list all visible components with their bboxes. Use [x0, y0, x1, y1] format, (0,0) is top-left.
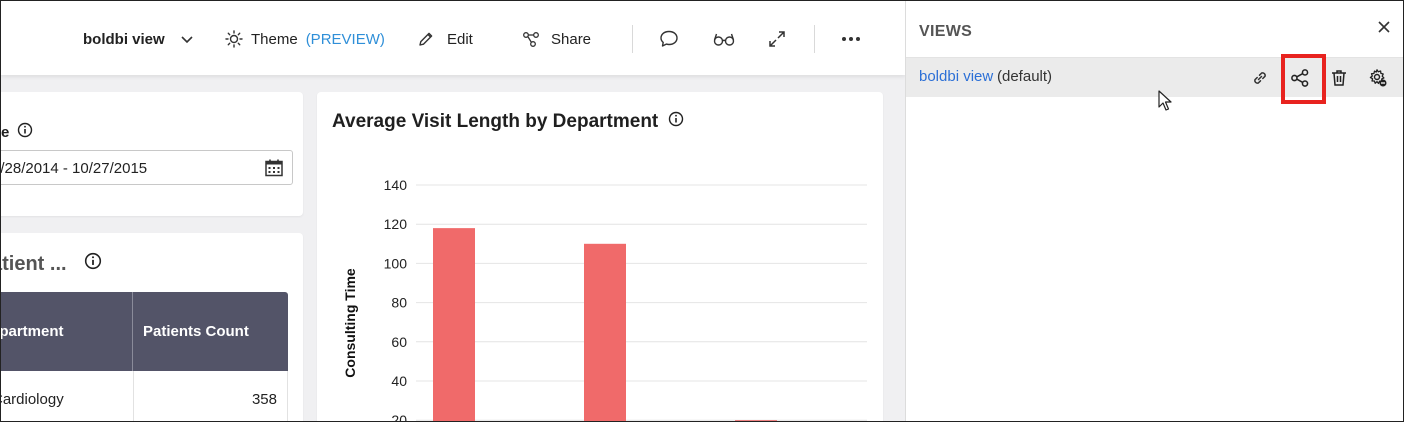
- view-item-name[interactable]: boldbi view: [919, 68, 993, 85]
- preview-badge: (PREVIEW): [305, 30, 385, 48]
- theme-label: Theme: [251, 30, 298, 48]
- view-name[interactable]: boldbi view: [83, 25, 165, 53]
- glasses-icon[interactable]: [712, 27, 736, 51]
- y-tick-label: 100: [384, 255, 408, 271]
- visit-length-chart-widget: Average Visit Length by Department 140 12…: [317, 92, 883, 422]
- column-header-patients-count[interactable]: Patients Count: [132, 292, 288, 371]
- column-header-department[interactable]: epartment: [1, 292, 131, 371]
- chart-bar[interactable]: [584, 243, 626, 422]
- toolbar-divider: [632, 25, 633, 53]
- date-range-picker[interactable]: 0/28/2014 - 10/27/2015: [0, 150, 293, 185]
- y-tick-label: 40: [391, 373, 407, 389]
- y-axis-label: Consulting Time: [342, 268, 358, 378]
- dashboard-canvas: e 0/28/2014 - 10/27/2015 tient ... partm…: [0, 75, 905, 422]
- date-filter-widget: e 0/28/2014 - 10/27/2015: [0, 92, 303, 216]
- sun-icon: [225, 30, 243, 48]
- date-filter-title-text: e: [1, 123, 10, 141]
- expand-icon[interactable]: [765, 27, 789, 51]
- cell-department: Cardiology: [1, 391, 64, 408]
- share-highlight-box: [1281, 54, 1326, 104]
- info-icon[interactable]: [17, 122, 33, 142]
- dashboard-toolbar: boldbi view Theme (PREVIEW) Edit Share: [1, 1, 905, 75]
- more-options-icon[interactable]: [839, 27, 863, 51]
- mouse-cursor-icon: [1158, 90, 1174, 117]
- date-range-value: 0/28/2014 - 10/27/2015: [0, 160, 148, 177]
- trash-icon[interactable]: [1329, 68, 1349, 88]
- y-tick-label: 140: [384, 177, 408, 193]
- grid-title: atient ...: [1, 253, 79, 276]
- calendar-icon[interactable]: [264, 158, 284, 183]
- y-tick-label: 80: [391, 295, 407, 311]
- chevron-down-icon[interactable]: [179, 25, 195, 53]
- y-tick-label: 20: [391, 412, 407, 422]
- theme-button[interactable]: Theme (PREVIEW): [225, 25, 385, 53]
- table-row[interactable]: Cardiology 358: [1, 371, 288, 421]
- grid-title-text: atient ...: [1, 253, 67, 275]
- pencil-icon: [417, 30, 435, 48]
- table-header: epartment Patients Count: [1, 292, 288, 371]
- chart-bar[interactable]: [433, 228, 475, 422]
- link-icon[interactable]: [1250, 68, 1270, 88]
- views-panel-title: VIEWS: [919, 23, 973, 40]
- share-button[interactable]: Share: [522, 25, 591, 53]
- info-icon[interactable]: [84, 252, 102, 275]
- close-icon[interactable]: [1376, 19, 1392, 35]
- views-panel: VIEWS boldbi view (default): [905, 1, 1403, 421]
- edit-label: Edit: [447, 30, 473, 48]
- edit-button[interactable]: Edit: [417, 25, 473, 53]
- y-tick-label: 120: [384, 216, 408, 232]
- patient-grid-widget: atient ... epartment Patients Count Card…: [1, 233, 303, 421]
- view-item-default-tag: (default): [997, 68, 1053, 85]
- comment-icon[interactable]: [657, 27, 681, 51]
- view-list-item[interactable]: boldbi view (default): [906, 58, 1403, 97]
- toolbar-divider: [814, 25, 815, 53]
- app-frame: boldbi view Theme (PREVIEW) Edit Share e…: [0, 0, 1404, 422]
- cell-patients-count: 358: [251, 391, 277, 408]
- settings-gear-icon[interactable]: [1368, 68, 1388, 88]
- date-filter-title: e: [1, 122, 33, 142]
- share-icon: [522, 30, 540, 48]
- share-label: Share: [551, 30, 592, 48]
- column-divider: [133, 371, 134, 421]
- y-tick-label: 60: [391, 334, 407, 350]
- bar-chart: 140 120 100 80 60 40 20 Consulting Time: [342, 177, 867, 422]
